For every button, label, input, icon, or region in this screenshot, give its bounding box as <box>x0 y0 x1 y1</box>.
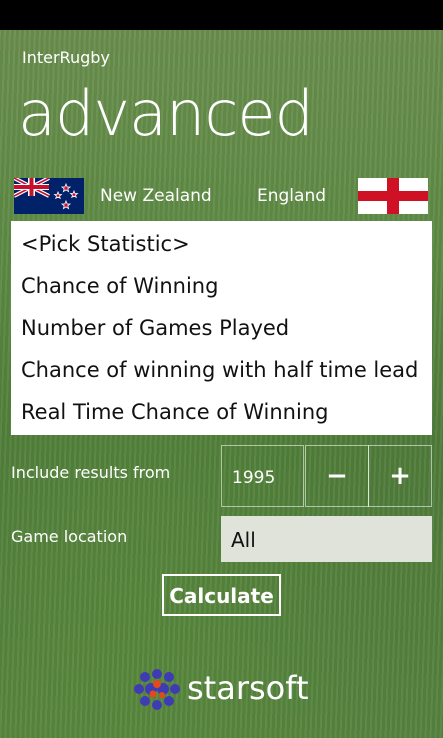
increment-year-button[interactable]: + <box>368 445 432 507</box>
statistic-option-real-time[interactable]: Real Time Chance of Winning <box>11 389 432 431</box>
brand-name: starsoft <box>187 669 309 707</box>
starsoft-logo-icon <box>134 669 180 710</box>
decrement-year-button[interactable]: − <box>305 445 369 507</box>
england-flag-icon[interactable] <box>358 178 428 214</box>
away-team-name: England <box>257 186 327 206</box>
statistic-option-chance-of-winning[interactable]: Chance of Winning <box>11 263 432 305</box>
home-team-name: New Zealand <box>100 186 212 206</box>
app-title: InterRugby <box>22 48 110 67</box>
new-zealand-flag-icon[interactable] <box>14 178 84 214</box>
game-location-label: Game location <box>11 527 128 546</box>
game-location-select[interactable]: All <box>221 516 432 562</box>
statistic-option-half-time-lead[interactable]: Chance of winning with half time lead <box>11 347 432 389</box>
status-bar <box>0 0 443 30</box>
year-field[interactable]: 1995 <box>221 445 304 507</box>
results-from-label: Include results from <box>11 463 171 482</box>
statistic-list[interactable]: <Pick Statistic> Chance of Winning Numbe… <box>11 221 432 435</box>
statistic-option-games-played[interactable]: Number of Games Played <box>11 305 432 347</box>
statistic-option-pick[interactable]: <Pick Statistic> <box>11 221 432 263</box>
page-title: advanced <box>18 77 314 150</box>
calculate-button[interactable]: Calculate <box>162 574 281 616</box>
